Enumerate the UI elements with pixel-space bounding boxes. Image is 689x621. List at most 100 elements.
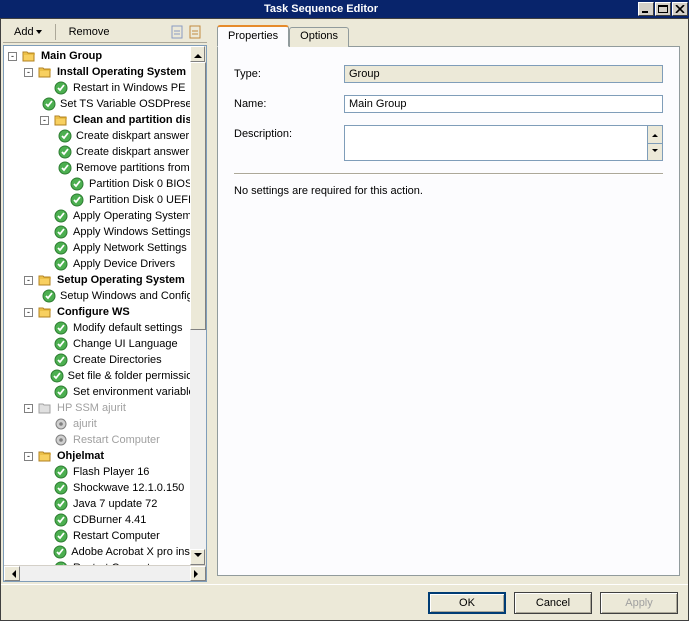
move-up-button[interactable] (169, 24, 185, 40)
tree-node-rc3[interactable]: Restart Computer (8, 560, 206, 565)
tree-node-j7[interactable]: Java 7 update 72 (8, 496, 206, 512)
tree-node-rc1[interactable]: Restart Computer (8, 432, 206, 448)
add-label: Add (14, 26, 34, 38)
tree-node-label: Create diskpart answer file UEFI (74, 146, 206, 158)
check-icon (58, 128, 72, 144)
tree-node-cp1[interactable]: Create diskpart answer file BIOS (8, 128, 206, 144)
tree-node-cul[interactable]: Change UI Language (8, 336, 206, 352)
description-spinner[interactable] (648, 125, 663, 161)
tree-node-cdb[interactable]: CDBurner 4.41 (8, 512, 206, 528)
tree-node-sos[interactable]: - Setup Operating System (8, 272, 206, 288)
tree-node-aax[interactable]: Adobe Acrobat X pro install (8, 544, 206, 560)
tree-node-cp3[interactable]: Remove partitions from disk 0 (8, 160, 206, 176)
left-toolbar: Add Remove (3, 21, 207, 43)
tab-properties[interactable]: Properties (217, 25, 289, 47)
tree-node-cp5[interactable]: Partition Disk 0 UEFI (8, 192, 206, 208)
ok-button[interactable]: OK (428, 592, 506, 614)
tree-node-r1[interactable]: Restart in Windows PE (8, 80, 206, 96)
tree-node-fp[interactable]: Flash Player 16 (8, 464, 206, 480)
tree-node-cp2[interactable]: Create diskpart answer file UEFI (8, 144, 206, 160)
tree-node-sw[interactable]: Shockwave 12.1.0.150 (8, 480, 206, 496)
horizontal-scrollbar[interactable] (4, 565, 206, 581)
check-icon (69, 176, 85, 192)
button-bar: OK Cancel Apply (1, 584, 688, 620)
name-field[interactable] (344, 95, 663, 113)
tree-node-cd[interactable]: Create Directories (8, 352, 206, 368)
folder-icon (37, 272, 53, 288)
check-icon (53, 496, 69, 512)
remove-label: Remove (69, 26, 110, 38)
tree-node-sfp[interactable]: Set file & folder permissions (8, 368, 206, 384)
cancel-button[interactable]: Cancel (514, 592, 592, 614)
expander-icon[interactable]: - (40, 116, 49, 125)
tree-node-aos[interactable]: Apply Operating System (8, 208, 206, 224)
tree-node-label: Setup Windows and ConfigMgr (58, 290, 206, 302)
tree-node-hp[interactable]: - HP SSM ajurit (8, 400, 206, 416)
expander-icon[interactable]: - (24, 452, 33, 461)
scroll-thumb[interactable] (190, 62, 206, 330)
tree-node-label: HP SSM ajurit (55, 402, 128, 414)
tree-node-label: Install Operating System (55, 66, 188, 78)
task-tree[interactable]: -Main Group-Install Operating SystemRest… (4, 46, 206, 565)
tree-node-label: Restart Computer (71, 530, 162, 542)
expander-icon[interactable]: - (24, 404, 33, 413)
settings-note: No settings are required for this action… (234, 185, 663, 197)
tree-node-aj[interactable]: ajurit (8, 416, 206, 432)
check-icon (42, 288, 56, 304)
tree-node-r2[interactable]: Set TS Variable OSDPreserveDriveLetter (8, 96, 206, 112)
check-icon (69, 192, 85, 208)
tree-node-rc2[interactable]: Restart Computer (8, 528, 206, 544)
close-button[interactable] (672, 2, 688, 16)
check-icon (53, 240, 69, 256)
tree-node-label: Restart in Windows PE (71, 82, 187, 94)
scroll-track-h[interactable] (20, 566, 190, 581)
tree-node-mds[interactable]: Modify default settings (8, 320, 206, 336)
scroll-track[interactable] (190, 62, 206, 549)
scroll-down-button[interactable] (190, 549, 205, 565)
scroll-right-button[interactable] (190, 566, 206, 581)
spin-down-button[interactable] (648, 144, 662, 161)
scroll-left-button[interactable] (4, 566, 20, 581)
description-field[interactable] (344, 125, 648, 161)
tree-node-label: Create diskpart answer file BIOS (74, 130, 206, 142)
tree-node-cp4[interactable]: Partition Disk 0 BIOS (8, 176, 206, 192)
check-icon (53, 352, 69, 368)
window-title: Task Sequence Editor (4, 3, 638, 15)
type-label: Type: (234, 65, 344, 80)
move-down-button[interactable] (187, 24, 203, 40)
expander-icon[interactable]: - (24, 276, 33, 285)
check-icon (53, 320, 69, 336)
tree-node-swc[interactable]: Setup Windows and ConfigMgr (8, 288, 206, 304)
minimize-button[interactable] (638, 2, 654, 16)
tree-node-label: Set environment variables (71, 386, 202, 398)
vertical-scrollbar[interactable] (190, 46, 206, 565)
scroll-up-button[interactable] (190, 46, 205, 62)
expander-icon[interactable]: - (24, 308, 33, 317)
maximize-button[interactable] (655, 2, 671, 16)
expander-icon[interactable]: - (8, 52, 17, 61)
tree-node-label: Apply Operating System (71, 210, 194, 222)
tree-node-label: Partition Disk 0 UEFI (87, 194, 193, 206)
divider (234, 173, 663, 175)
tree-node-add[interactable]: Apply Device Drivers (8, 256, 206, 272)
expander-icon[interactable]: - (24, 68, 33, 77)
remove-button[interactable]: Remove (62, 23, 117, 41)
tab-options[interactable]: Options (289, 27, 349, 47)
tree-node-label: Apply Device Drivers (71, 258, 177, 270)
tree-node-sev[interactable]: Set environment variables (8, 384, 206, 400)
spin-up-button[interactable] (648, 126, 662, 144)
tree-node-main[interactable]: - Main Group (8, 48, 206, 64)
tree-node-ios[interactable]: - Install Operating System (8, 64, 206, 80)
tree-node-label: Main Group (39, 50, 104, 62)
tree-node-ans[interactable]: Apply Network Settings (8, 240, 206, 256)
folder-dis-icon (37, 400, 53, 416)
tree-node-ohj[interactable]: -Ohjelmat (8, 448, 206, 464)
apply-button[interactable]: Apply (600, 592, 678, 614)
check-icon (53, 560, 69, 565)
tree-node-cp[interactable]: -Clean and partition disk (8, 112, 206, 128)
add-button[interactable]: Add (7, 23, 49, 41)
tree-node-cws[interactable]: -Configure WS (8, 304, 206, 320)
tab-strip: Properties Options (217, 27, 680, 47)
tree-node-label: Setup Operating System (55, 274, 187, 286)
tree-node-aws[interactable]: Apply Windows Settings (8, 224, 206, 240)
